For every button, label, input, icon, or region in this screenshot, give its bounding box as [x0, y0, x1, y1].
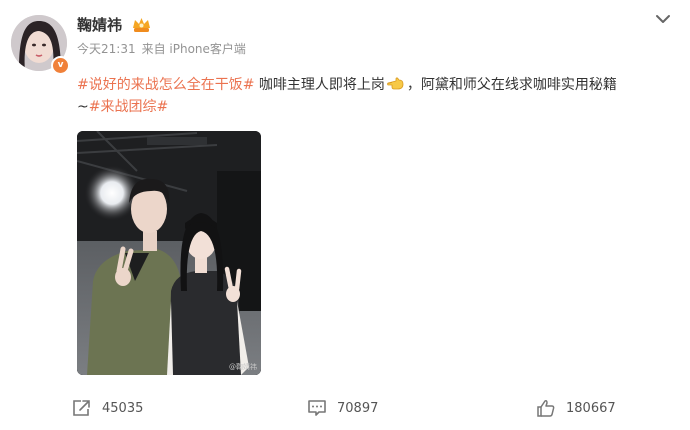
like-button[interactable]: 180667 — [536, 392, 616, 424]
vip-crown-icon[interactable] — [131, 16, 152, 34]
post-body-prefix: ~ — [77, 99, 89, 115]
comment-icon — [308, 400, 326, 416]
topic-link[interactable]: #说好的来战怎么全在干饭# — [77, 77, 254, 93]
post-text-line-1: #说好的来战怎么全在干饭# 咖啡主理人即将上岗 ，阿黛和师父在线求咖啡实用秘籍 — [77, 74, 677, 96]
author-name[interactable]: 鞠婧祎 — [77, 14, 122, 36]
weibo-post: v 鞠婧祎 今天21:31 来自 iPhone客户端 #说好的来战怎么全在干饭# … — [0, 0, 690, 430]
action-bar: 45035 70897 180667 — [0, 392, 690, 424]
post-time[interactable]: 今天21:31 — [77, 42, 136, 56]
post-body-text: 咖啡主理人即将上岗 — [254, 77, 385, 93]
comment-button[interactable]: 70897 — [307, 392, 378, 424]
chevron-down-icon[interactable] — [654, 12, 672, 26]
pointing-hand-icon — [387, 77, 404, 90]
repost-count: 45035 — [102, 400, 144, 416]
post-photo — [77, 131, 261, 375]
comment-count: 70897 — [337, 400, 379, 416]
post-image[interactable]: @鞠婧祎 — [77, 131, 261, 375]
post-meta: 今天21:31 来自 iPhone客户端 — [77, 41, 246, 57]
post-source: 来自 iPhone客户端 — [141, 42, 246, 56]
like-count: 180667 — [566, 400, 616, 416]
repost-icon — [73, 400, 90, 416]
image-watermark: @鞠婧祎 — [229, 363, 257, 371]
repost-button[interactable]: 45035 — [72, 392, 143, 424]
post-text-line-2: ~#来战团综# — [77, 96, 677, 118]
like-icon — [537, 400, 555, 417]
post-body-text-cont: ，阿黛和师父在线求咖啡实用秘籍 — [406, 77, 617, 93]
post-text: #说好的来战怎么全在干饭# 咖啡主理人即将上岗 ，阿黛和师父在线求咖啡实用秘籍 … — [77, 74, 677, 118]
topic-link[interactable]: #来战团综# — [89, 99, 168, 115]
verified-badge: v — [51, 56, 70, 75]
